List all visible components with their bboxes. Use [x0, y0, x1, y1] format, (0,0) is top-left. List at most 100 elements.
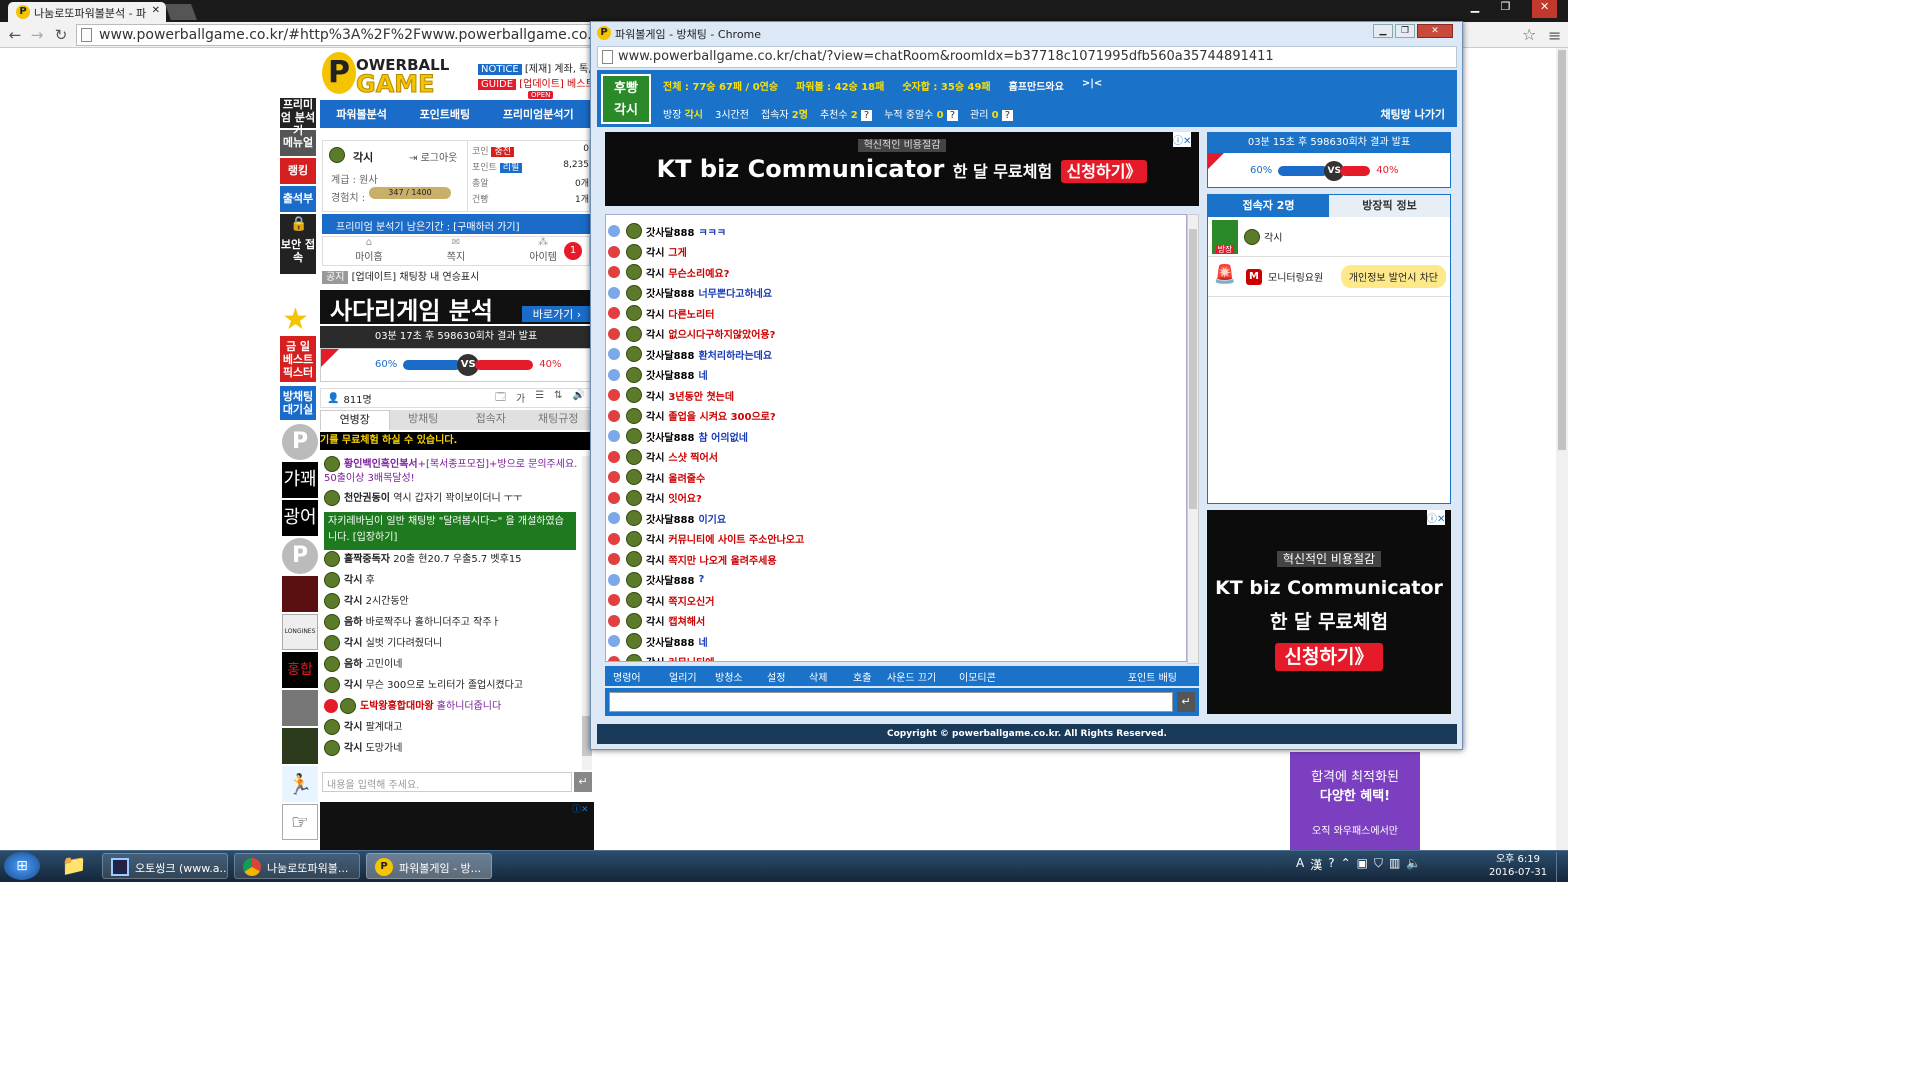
logout-link[interactable]: ⇥ 로그아웃: [409, 149, 457, 164]
user-thumb-p-icon[interactable]: P: [282, 424, 318, 460]
privacy-block-button[interactable]: 개인정보 발언시 차단: [1340, 265, 1446, 288]
btn-emoticon[interactable]: 이모티콘: [959, 669, 1019, 684]
popup-chat-input[interactable]: [609, 692, 1173, 712]
popup-close-icon[interactable]: ✕: [1417, 24, 1453, 38]
chat-nick[interactable]: 음하: [344, 659, 362, 670]
exit-room-button[interactable]: 채팅방 나가기: [1380, 106, 1445, 122]
ad-choices-icon[interactable]: ⓘ✕: [1173, 132, 1192, 147]
member-row[interactable]: 🚨 M 모니터링요원 개인정보 발언시 차단: [1208, 257, 1450, 297]
btn-sound-off[interactable]: 사운드 끄기: [887, 669, 959, 684]
message-nick[interactable]: 각시: [646, 306, 664, 321]
chat-nick[interactable]: 각시: [344, 575, 362, 586]
folder-icon[interactable]: 📁: [56, 853, 92, 879]
nav-ranking[interactable]: 랭킹: [280, 158, 316, 184]
network-icon[interactable]: ▥: [1389, 856, 1400, 873]
user-thumb-p2-icon[interactable]: P: [282, 538, 318, 574]
message-nick[interactable]: 각시: [646, 613, 664, 628]
ladder-go-button[interactable]: 바로가기 ›: [522, 306, 592, 322]
btn-settings[interactable]: 설정: [767, 669, 809, 684]
show-desktop-button[interactable]: [1556, 852, 1568, 882]
member-row[interactable]: 방장 각시: [1208, 217, 1450, 257]
chat-nick[interactable]: 각시: [344, 743, 362, 754]
chat-nick[interactable]: 각시: [344, 722, 362, 733]
chat-nick[interactable]: 천안권동이: [344, 493, 390, 504]
btn-delete[interactable]: 삭제: [809, 669, 853, 684]
chat-nick[interactable]: 각시: [344, 596, 362, 607]
close-icon[interactable]: ✕: [152, 5, 160, 16]
message-nick[interactable]: 각시: [646, 531, 664, 546]
shield-icon[interactable]: ⛉: [1374, 856, 1383, 873]
help-icon[interactable]: ?: [946, 110, 959, 121]
message-nick[interactable]: 각시: [646, 265, 664, 280]
menu-point-betting[interactable]: 포인트배팅: [420, 106, 471, 122]
tab-drill-field[interactable]: 연병장: [320, 410, 390, 430]
btn-call[interactable]: 호출: [853, 669, 887, 684]
ad-choices-icon[interactable]: ⓘ✕: [572, 802, 589, 815]
tool-icon-1[interactable]: 🗔: [495, 390, 506, 407]
message-nick[interactable]: 갓사달888: [646, 634, 694, 649]
popup-minimize-icon[interactable]: ▁: [1373, 24, 1393, 38]
left-bottom-ad[interactable]: [320, 802, 594, 850]
message-nick[interactable]: 각시: [646, 326, 664, 341]
start-button-icon[interactable]: ⊞: [4, 852, 40, 880]
menu-premium-analyzer[interactable]: 프리미엄분석기: [503, 106, 574, 122]
help-icon[interactable]: ?: [860, 110, 873, 121]
bookmark-star-icon[interactable]: ☆: [1522, 25, 1536, 44]
reload-icon[interactable]: ↻: [52, 26, 70, 44]
message-scrollbar[interactable]: [1187, 214, 1199, 664]
speaker-icon[interactable]: 🔊: [573, 390, 585, 407]
btn-point-betting[interactable]: 포인트 배팅: [1128, 669, 1177, 684]
left-chat-input[interactable]: 내용을 입력해 주세요.: [322, 772, 572, 792]
message-nick[interactable]: 각시: [646, 449, 664, 464]
popup-address-bar[interactable]: www.powerballgame.co.kr/chat/?view=chatR…: [597, 46, 1457, 68]
message-nick[interactable]: 각시: [646, 593, 664, 608]
tool-icon-4[interactable]: ⇅: [554, 390, 562, 407]
user-thumb-5[interactable]: [282, 690, 318, 726]
chat-nick[interactable]: 황인백인흑인복서: [344, 459, 418, 470]
tab-participants[interactable]: 접속자 2명: [1208, 195, 1329, 217]
taskbar-app-3[interactable]: P 파워볼게임 - 방...: [366, 853, 492, 879]
coin-charge-button[interactable]: 충전: [491, 147, 514, 157]
user-thumb-3[interactable]: [282, 576, 318, 612]
menu-powerball-analysis[interactable]: 파워볼분석: [336, 106, 387, 122]
send-enter-icon[interactable]: ↵: [1177, 692, 1195, 712]
guide-row[interactable]: GUIDE [업데이트] 베스트: [478, 75, 595, 90]
chat-nick[interactable]: 각시: [344, 638, 362, 649]
user-thumb-7[interactable]: 🏃: [282, 766, 318, 802]
pointing-hand-icon[interactable]: ☞: [282, 804, 318, 840]
tool-icon-3[interactable]: ☰: [535, 390, 544, 407]
chat-nick[interactable]: 도박왕홍합대마왕: [360, 701, 434, 712]
shortcut-item[interactable]: ⁂ 아이템: [529, 237, 557, 263]
message-nick[interactable]: 각시: [646, 388, 664, 403]
message-nick[interactable]: 갓사달888: [646, 572, 694, 587]
user-thumb-longines[interactable]: LONGINES: [282, 614, 318, 650]
room-created-notice[interactable]: 자키레바님이 일반 채팅방 "달려봅시다~" 을 개설하였습니다. [입장하기]: [324, 512, 576, 550]
browser-tab-active[interactable]: P 나눔로또파워볼분석 - 파 ✕: [8, 2, 166, 22]
message-nick[interactable]: 각시: [646, 552, 664, 567]
user-thumb-4[interactable]: 홍합: [282, 652, 318, 688]
message-nick[interactable]: 각시: [646, 654, 664, 661]
premium-remaining-bar[interactable]: 프리미엄 분석기 남은기간 : [구매하러 가기]: [322, 214, 590, 234]
hanja-icon[interactable]: 漢: [1310, 856, 1322, 873]
volume-icon[interactable]: 🔈: [1406, 856, 1421, 873]
top-banner-ad[interactable]: 혁신적인 비용절감 KT biz Communicator 한 달 무료체험 신…: [605, 132, 1199, 206]
stat-arrow[interactable]: >|<: [1082, 78, 1102, 93]
shortcut-message[interactable]: ✉ 쪽지: [447, 237, 465, 263]
user-thumb-2[interactable]: 광어: [282, 500, 318, 536]
forward-icon[interactable]: →: [28, 26, 46, 44]
message-nick[interactable]: 각시: [646, 408, 664, 423]
tool-icon-2[interactable]: 가: [516, 390, 525, 407]
message-nick[interactable]: 각시: [646, 490, 664, 505]
maximize-icon[interactable]: ❐: [1501, 0, 1511, 18]
clock[interactable]: 오후 6:19 2016-07-31: [1488, 853, 1548, 879]
powerball-logo-icon[interactable]: P: [322, 52, 356, 94]
chat-nick[interactable]: 각시: [344, 680, 362, 691]
close-window-icon[interactable]: ✕: [1532, 0, 1558, 18]
minimize-icon[interactable]: ▁: [1471, 0, 1479, 18]
site-notice-bar[interactable]: 공지 [업데이트] 채팅창 내 연승표시: [322, 268, 590, 284]
side-banner-ad[interactable]: 혁신적인 비용절감 KT biz Communicator 한 달 무료체험 신…: [1207, 510, 1451, 714]
message-nick[interactable]: 갓사달888: [646, 224, 694, 239]
chat-nick[interactable]: 홀짝중독자: [344, 554, 390, 565]
tab-room-chat[interactable]: 방채팅: [389, 410, 457, 430]
ime-icon[interactable]: A: [1296, 856, 1304, 873]
